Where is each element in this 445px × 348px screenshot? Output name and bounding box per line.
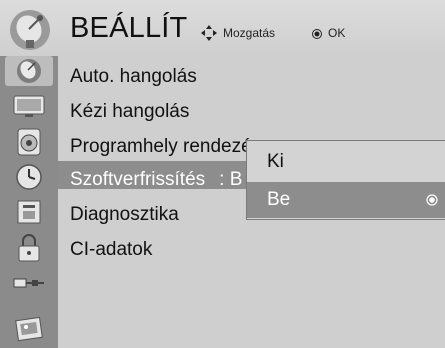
menu-header: BEÁLLÍT Mozgatás OK <box>0 0 445 56</box>
menu-item-software-update[interactable]: Szoftverfrissítés : B <box>70 169 242 191</box>
ok-hint: OK <box>328 26 346 40</box>
page-title: BEÁLLÍT <box>70 12 188 44</box>
option-on[interactable]: Be <box>247 182 445 218</box>
menu-item-label: Szoftverfrissítés <box>70 169 206 190</box>
radio-selected-icon <box>426 194 438 206</box>
photo-icon <box>15 316 43 342</box>
menu-item-program-edit[interactable]: Programhely rendezése <box>70 136 272 158</box>
lock-screen-icon <box>17 200 41 224</box>
navigation-arrows-icon <box>201 25 217 41</box>
ok-button-icon <box>312 29 322 39</box>
sidebar-item-time[interactable] <box>5 162 53 192</box>
menu-item-ci-info[interactable]: CI-adatok <box>70 239 152 261</box>
sidebar-item-setup[interactable] <box>5 56 53 86</box>
satellite-dish-icon <box>10 10 50 50</box>
navigation-hint: Mozgatás <box>223 26 276 40</box>
sidebar-item-lock[interactable] <box>5 197 53 227</box>
menu-item-diagnostics[interactable]: Diagnosztika <box>70 204 179 226</box>
menu-item-manual-tuning[interactable]: Kézi hangolás <box>70 101 189 123</box>
input-cable-icon <box>13 278 44 288</box>
satellite-dish-icon <box>17 59 41 83</box>
option-popup: Ki Be <box>246 140 445 220</box>
clock-icon <box>16 164 42 190</box>
option-off-label: Ki <box>267 151 284 172</box>
menu-item-auto-tuning[interactable]: Auto. hangolás <box>70 66 197 88</box>
padlock-icon <box>18 234 40 262</box>
speaker-icon <box>17 128 41 156</box>
sidebar-item-audio[interactable] <box>5 127 53 157</box>
option-on-label: Be <box>267 189 291 210</box>
category-sidebar <box>0 56 58 348</box>
option-off[interactable]: Ki <box>247 144 445 180</box>
settings-osd: BEÁLLÍT Mozgatás OK Auto. hangolás Kézi … <box>0 0 445 348</box>
sidebar-item-security[interactable] <box>5 233 53 263</box>
menu-item-value: : B <box>219 169 243 190</box>
sidebar-item-photo[interactable] <box>5 313 53 343</box>
sidebar-item-picture[interactable] <box>5 91 53 121</box>
tv-screen-icon <box>13 95 45 117</box>
sidebar-item-input[interactable] <box>5 268 53 298</box>
